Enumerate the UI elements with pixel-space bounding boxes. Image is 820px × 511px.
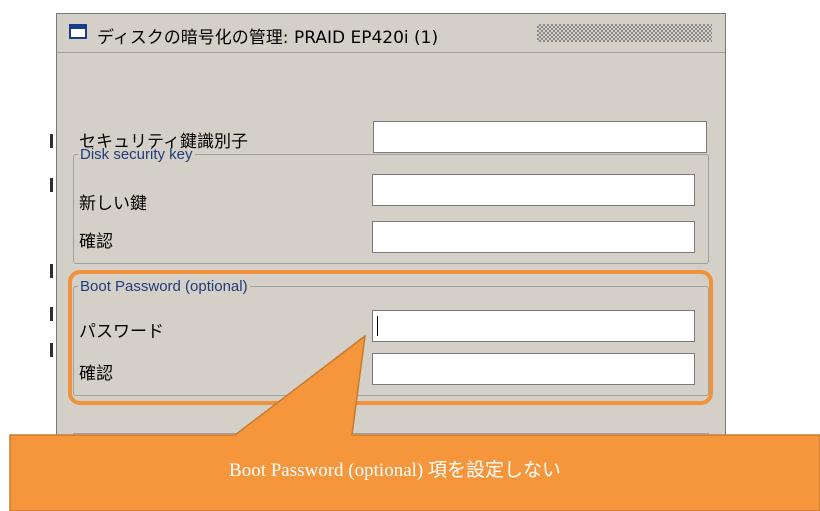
callout-text: Boot Password (optional) 項を設定しない bbox=[229, 460, 561, 481]
callout-shape bbox=[9, 334, 820, 511]
callout-box bbox=[9, 334, 820, 511]
